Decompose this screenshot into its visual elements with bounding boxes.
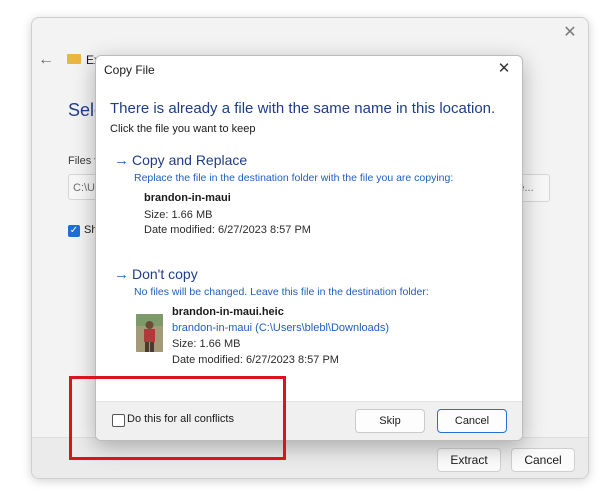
extract-button[interactable]: Extract bbox=[437, 448, 501, 472]
existing-file-name: brandon-in-maui.heic bbox=[172, 306, 284, 318]
copy-and-replace-option[interactable]: → Copy and Replace Replace the file in t… bbox=[110, 152, 505, 240]
conflict-subline: Click the file you want to keep bbox=[110, 123, 256, 135]
dont-copy-option[interactable]: → Don't copy No files will be changed. L… bbox=[110, 266, 505, 372]
arrow-right-icon: → bbox=[114, 266, 129, 283]
dialog-titlebar: Copy File ✕ bbox=[96, 56, 522, 82]
arrow-right-icon: → bbox=[114, 152, 129, 169]
replace-file-size: Size: 1.66 MB bbox=[144, 209, 213, 221]
existing-file-path: brandon-in-maui (C:\Users\blebl\Download… bbox=[172, 322, 390, 334]
arrow-left-icon[interactable]: ← bbox=[38, 51, 54, 69]
conflict-headline: There is already a file with the same na… bbox=[110, 100, 496, 117]
replace-file-date: Date modified: 6/27/2023 8:57 PM bbox=[144, 224, 311, 236]
cancel-button[interactable]: Cancel bbox=[437, 409, 507, 433]
annotation-highlight-box bbox=[69, 376, 286, 460]
folder-zip-icon bbox=[67, 54, 81, 64]
existing-file-size: Size: 1.66 MB bbox=[172, 338, 241, 350]
copy-and-replace-description: Replace the file in the destination fold… bbox=[134, 172, 454, 184]
show-files-checkbox[interactable]: ✓ bbox=[68, 225, 80, 237]
replace-file-name: brandon-in-maui bbox=[144, 192, 231, 204]
existing-file-date: Date modified: 6/27/2023 8:57 PM bbox=[172, 354, 339, 366]
skip-button[interactable]: Skip bbox=[355, 409, 425, 433]
dont-copy-description: No files will be changed. Leave this fil… bbox=[134, 286, 429, 298]
extract-cancel-button[interactable]: Cancel bbox=[511, 448, 575, 472]
close-icon[interactable]: ✕ bbox=[494, 59, 514, 79]
dialog-title: Copy File bbox=[104, 63, 155, 77]
copy-and-replace-title: Copy and Replace bbox=[132, 152, 248, 168]
close-icon[interactable]: ✕ bbox=[560, 23, 580, 43]
dont-copy-title: Don't copy bbox=[132, 266, 198, 282]
photo-thumbnail bbox=[136, 314, 163, 352]
